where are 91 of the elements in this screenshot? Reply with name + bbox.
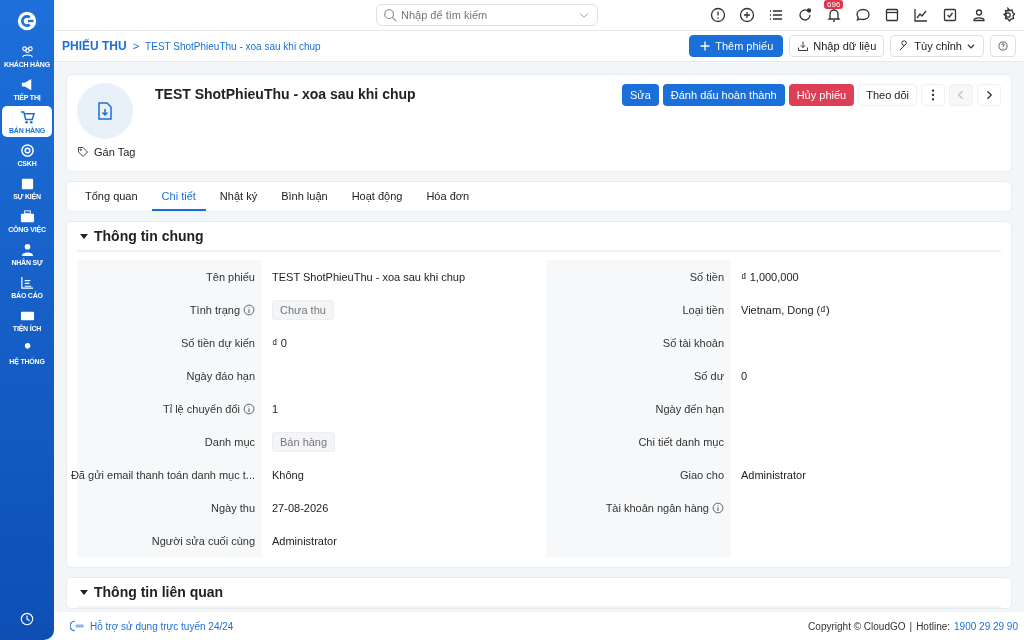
alert-icon[interactable] <box>710 7 726 23</box>
person-icon <box>19 242 35 257</box>
field-label: Chi tiết danh mục <box>638 435 724 448</box>
chat-bubble-icon[interactable] <box>70 619 86 633</box>
status-tag: Bán hàng <box>272 431 336 452</box>
notification-count: 696 <box>824 0 844 9</box>
field-value: Administrator <box>741 468 806 481</box>
briefcase-icon <box>19 209 35 224</box>
field-label: Ngày đáo hạn <box>186 369 255 382</box>
people-icon <box>19 44 35 59</box>
calendar-icon[interactable] <box>884 7 900 23</box>
field-label: Tên phiếu <box>206 270 255 283</box>
breadcrumb-current: TEST ShotPhieuThu - xoa sau khi chup <box>145 40 321 52</box>
copyright-text: Copyright © CloudGO <box>808 620 906 632</box>
tab[interactable]: Hoạt động <box>341 182 413 211</box>
checkbox-icon[interactable] <box>942 7 958 23</box>
field-value: 27-08-2026 <box>272 501 329 514</box>
clock-icon[interactable] <box>20 612 34 626</box>
field-value: 1 <box>272 402 279 415</box>
plus-icon <box>699 40 712 52</box>
hotline-link[interactable]: 1900 29 29 90 <box>954 620 1018 632</box>
customize-button[interactable]: Tùy chỉnh <box>890 35 984 57</box>
section-header[interactable]: Thông tin chung <box>77 222 1001 252</box>
cart-icon <box>19 110 35 125</box>
field-label: Tài khoản ngân hàng <box>605 501 709 514</box>
import-button[interactable]: Nhập dữ liệu <box>789 35 885 57</box>
hotline-label: Hotline: <box>916 620 951 632</box>
chevron-down-icon <box>966 41 976 51</box>
next-button[interactable] <box>977 84 1001 106</box>
info-icon[interactable] <box>712 501 724 514</box>
field-value: Administrator <box>272 534 337 547</box>
report-icon <box>19 275 35 290</box>
info-icon[interactable] <box>243 402 255 415</box>
plus-circle-icon[interactable] <box>739 7 755 23</box>
tab[interactable]: Bình luận <box>271 182 338 211</box>
field-label: Danh mục <box>204 435 255 448</box>
info-icon[interactable] <box>243 303 255 316</box>
action-button[interactable]: Hủy phiếu <box>788 84 855 106</box>
assign-tag-button[interactable]: Gán Tag <box>77 146 136 158</box>
action-button[interactable]: Đánh dấu hoàn thành <box>662 84 785 106</box>
status-tag: Chưa thu <box>272 299 334 320</box>
field-label: Loại tiền <box>682 303 724 316</box>
tab[interactable]: Hóa đơn <box>416 182 480 211</box>
action-button[interactable]: Sửa <box>622 84 659 106</box>
field-label: Ngày thu <box>210 501 255 514</box>
field-value: Vietnam, Dong (₫) <box>741 303 830 316</box>
logo-icon[interactable] <box>16 10 38 32</box>
action-button[interactable]: Theo dõi <box>858 84 917 106</box>
more-button[interactable] <box>921 84 945 106</box>
breadcrumb-separator: > <box>132 40 140 52</box>
field-label: Tình trạng <box>189 303 240 316</box>
support-link[interactable]: Hỗ trợ sử dụng trực tuyến 24/24 <box>90 620 234 632</box>
field-label: Số tiền dự kiến <box>180 336 255 349</box>
caret-icon <box>79 231 89 241</box>
chart-icon[interactable] <box>913 7 929 23</box>
breadcrumb-link[interactable]: PHIẾU THU <box>62 39 127 53</box>
list-icon[interactable] <box>768 7 784 23</box>
field-label: Tỉ lệ chuyển đổi <box>162 402 240 415</box>
field-value: 0 <box>741 369 748 382</box>
tag-icon <box>77 146 89 158</box>
field-label: Số tiền <box>689 270 724 283</box>
field-value: ₫ 1,000,000 <box>741 270 799 283</box>
bell-icon[interactable] <box>826 7 842 23</box>
field-label: Người sửa cuối cùng <box>151 534 255 547</box>
separator: | <box>909 620 913 632</box>
field-label: Đã gửi email thanh toán danh mục t... <box>70 468 255 481</box>
search-icon <box>383 8 397 22</box>
chat-icon[interactable] <box>855 7 871 23</box>
settings-icon[interactable] <box>1000 7 1016 23</box>
user-icon[interactable] <box>971 7 987 23</box>
field-value: Không <box>272 468 304 481</box>
search-field[interactable]: Nhập để tìm kiếm <box>376 4 598 26</box>
download-icon <box>797 40 810 52</box>
field-label: Số dư <box>694 369 724 382</box>
tab[interactable]: Chi tiết <box>151 182 206 211</box>
add-button[interactable]: Thêm phiếu <box>689 35 784 57</box>
field-label: Ngày đến hạn <box>655 402 724 415</box>
lifebuoy-icon <box>19 143 35 158</box>
field-label: Số tài khoản <box>662 336 724 349</box>
caret-icon <box>79 587 89 597</box>
help-button[interactable] <box>990 35 1016 57</box>
help-icon <box>998 39 1008 53</box>
refresh-icon[interactable] <box>797 7 813 23</box>
tab[interactable]: Nhật ký <box>209 182 268 211</box>
calendar-icon <box>19 176 35 191</box>
field-value: ₫ 0 <box>272 336 287 349</box>
record-title: TEST ShotPhieuThu - xoa sau khi chup <box>155 86 416 104</box>
field-value: TEST ShotPhieuThu - xoa sau khi chup <box>272 270 465 283</box>
field-label: Giao cho <box>679 468 724 481</box>
file-download-icon <box>97 101 113 121</box>
tab[interactable]: Tổng quan <box>75 182 148 211</box>
